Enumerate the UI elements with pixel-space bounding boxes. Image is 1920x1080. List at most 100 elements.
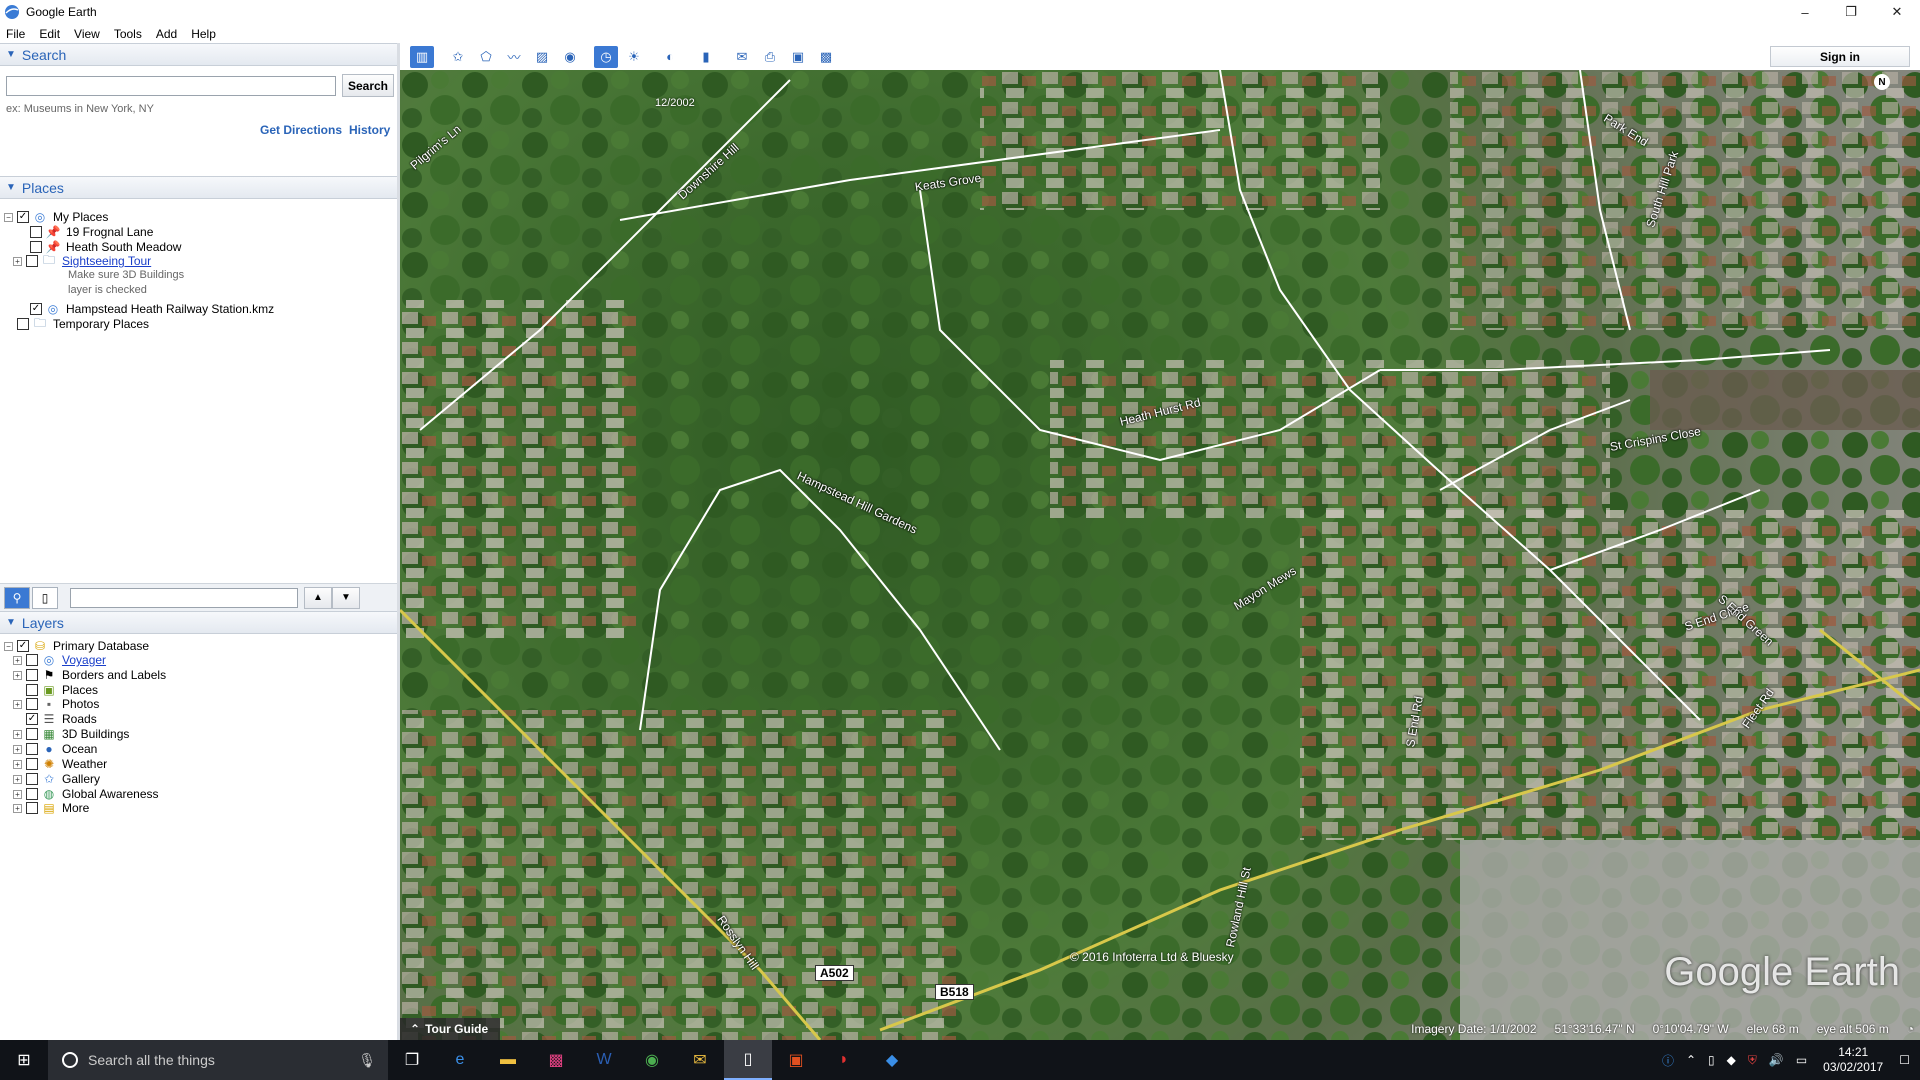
tree-row-my-places[interactable]: − ✓ ◎ My Places <box>4 209 108 225</box>
checkbox[interactable] <box>26 743 38 755</box>
cortana-search-box[interactable]: Search all the things 🎙 <box>48 1040 388 1080</box>
layer-photos[interactable]: + ▪ Photos <box>13 696 99 712</box>
chevron-up-icon[interactable]: ⌃ <box>1686 1053 1696 1067</box>
layer-ocean[interactable]: + ● Ocean <box>13 741 97 757</box>
historical-imagery-button[interactable]: ◷ <box>594 45 618 68</box>
minimize-button[interactable]: – <box>1782 0 1828 24</box>
add-path-button[interactable]: 〰 <box>502 46 526 68</box>
sign-in-button[interactable]: Sign in <box>1770 46 1910 67</box>
panel-toggle-button[interactable]: ▯ <box>32 586 58 609</box>
search-places-button[interactable]: ⚲ <box>4 586 30 609</box>
checkbox[interactable]: ✓ <box>17 211 29 223</box>
search-input[interactable] <box>6 76 336 96</box>
checkbox[interactable] <box>26 654 38 666</box>
get-directions-link[interactable]: Get Directions <box>260 123 342 137</box>
taskbar-dropbox[interactable]: ◆ <box>868 1040 916 1080</box>
dropbox-tray-icon[interactable]: ◆ <box>1727 1053 1736 1067</box>
checkbox[interactable]: ✓ <box>26 713 38 725</box>
checkbox[interactable] <box>30 241 42 253</box>
checkbox[interactable] <box>26 758 38 770</box>
view-in-maps-button[interactable]: ▩ <box>814 46 838 68</box>
layers-header[interactable]: ▼ Layers <box>0 611 397 634</box>
expand-icon[interactable]: + <box>13 744 22 754</box>
expand-icon[interactable]: + <box>13 655 22 665</box>
collapse-icon[interactable]: − <box>4 212 13 222</box>
microphone-icon[interactable]: 🎙 <box>358 1052 376 1069</box>
notifications-icon[interactable]: ☐ <box>1899 1053 1910 1067</box>
network-icon[interactable]: ▭ <box>1796 1053 1807 1067</box>
checkbox[interactable]: ✓ <box>17 640 29 652</box>
expand-icon[interactable]: + <box>13 759 22 769</box>
checkbox[interactable] <box>26 802 38 814</box>
expand-icon[interactable]: + <box>13 256 22 266</box>
clock[interactable]: 14:21 03/02/2017 <box>1823 1045 1883 1075</box>
layer-3d-buildings[interactable]: + ▦ 3D Buildings <box>13 726 129 742</box>
save-image-button[interactable]: ▣ <box>786 46 810 68</box>
map-view[interactable]: 12/2002 N Pilgrim's Ln Downshire Hill Ke… <box>400 70 1920 1040</box>
expand-icon[interactable]: + <box>13 774 22 784</box>
expand-icon[interactable]: + <box>13 729 22 739</box>
checkbox[interactable] <box>26 255 38 267</box>
history-link[interactable]: History <box>349 123 390 137</box>
email-button[interactable]: ✉ <box>730 46 754 68</box>
compass-north-icon[interactable]: N <box>1874 74 1890 90</box>
record-tour-button[interactable]: ◉ <box>558 46 582 68</box>
add-image-overlay-button[interactable]: ▨ <box>530 46 554 68</box>
taskbar-office[interactable]: ▣ <box>772 1040 820 1080</box>
taskbar-edge[interactable]: e <box>436 1040 484 1080</box>
menu-tools[interactable]: Tools <box>114 27 142 41</box>
taskbar-file-explorer[interactable]: ▬ <box>484 1040 532 1080</box>
task-view-button[interactable]: ❐ <box>388 1040 436 1080</box>
taskbar-word[interactable]: W <box>580 1040 628 1080</box>
move-down-button[interactable]: ▼ <box>332 586 360 609</box>
expand-icon[interactable]: + <box>13 699 22 709</box>
menu-help[interactable]: Help <box>191 27 216 41</box>
maximize-button[interactable]: ❐ <box>1828 0 1874 24</box>
checkbox[interactable] <box>26 773 38 785</box>
switch-planet-button[interactable]: ◐ <box>658 46 682 68</box>
sidebar-toggle-button[interactable]: ▥ <box>410 45 434 68</box>
menu-view[interactable]: View <box>74 27 100 41</box>
usb-icon[interactable]: ▯ <box>1708 1053 1715 1067</box>
move-up-button[interactable]: ▲ <box>304 586 332 609</box>
tree-row-sightseeing[interactable]: + 🗀 Sightseeing Tour <box>13 253 151 269</box>
taskbar-app-color[interactable]: ▩ <box>532 1040 580 1080</box>
add-polygon-button[interactable]: ⬠ <box>474 46 498 68</box>
shield-icon[interactable]: ⛨ <box>1748 1053 1757 1068</box>
expand-icon[interactable]: + <box>13 789 22 799</box>
volume-icon[interactable]: 🔊 <box>1769 1053 1784 1067</box>
collapse-icon[interactable]: − <box>4 641 13 651</box>
checkbox[interactable] <box>30 226 42 238</box>
menu-file[interactable]: File <box>6 27 25 41</box>
print-button[interactable]: ⎙ <box>758 46 782 68</box>
tree-row-frognal[interactable]: 📌 19 Frognal Lane <box>30 224 153 240</box>
search-header[interactable]: ▼ Search <box>0 43 397 66</box>
tree-row-railway-kmz[interactable]: ✓ ◎ Hampstead Heath Railway Station.kmz <box>30 301 274 317</box>
checkbox[interactable] <box>26 684 38 696</box>
taskbar-app-red[interactable]: ◗ <box>820 1040 868 1080</box>
checkbox[interactable] <box>26 788 38 800</box>
layer-roads[interactable]: ✓ ☰ Roads <box>13 711 97 727</box>
expand-icon[interactable]: + <box>13 803 22 813</box>
checkbox[interactable] <box>26 698 38 710</box>
menu-edit[interactable]: Edit <box>39 27 60 41</box>
layer-gallery[interactable]: + ✩ Gallery <box>13 771 100 787</box>
sunlight-button[interactable]: ☀ <box>622 46 646 68</box>
layer-borders[interactable]: + ⚑ Borders and Labels <box>13 667 166 683</box>
checkbox[interactable] <box>26 728 38 740</box>
add-placemark-button[interactable]: ✩ <box>446 46 470 68</box>
taskbar-chrome[interactable]: ◉ <box>628 1040 676 1080</box>
start-button[interactable]: ⊞ <box>0 1040 48 1080</box>
close-button[interactable]: ✕ <box>1874 0 1920 24</box>
layer-voyager[interactable]: + ◎ Voyager <box>13 652 106 668</box>
checkbox[interactable] <box>17 318 29 330</box>
menu-add[interactable]: Add <box>156 27 177 41</box>
places-filter-input[interactable] <box>70 587 298 608</box>
places-header[interactable]: ▼ Places <box>0 176 397 199</box>
info-icon[interactable]: ⓘ <box>1662 1052 1674 1069</box>
tree-row-temporary[interactable]: 🗀 Temporary Places <box>17 316 149 332</box>
taskbar-notepad[interactable]: ▯ <box>724 1040 772 1080</box>
layer-weather[interactable]: + ✺ Weather <box>13 756 107 772</box>
taskbar-mail[interactable]: ✉ <box>676 1040 724 1080</box>
checkbox[interactable] <box>26 669 38 681</box>
